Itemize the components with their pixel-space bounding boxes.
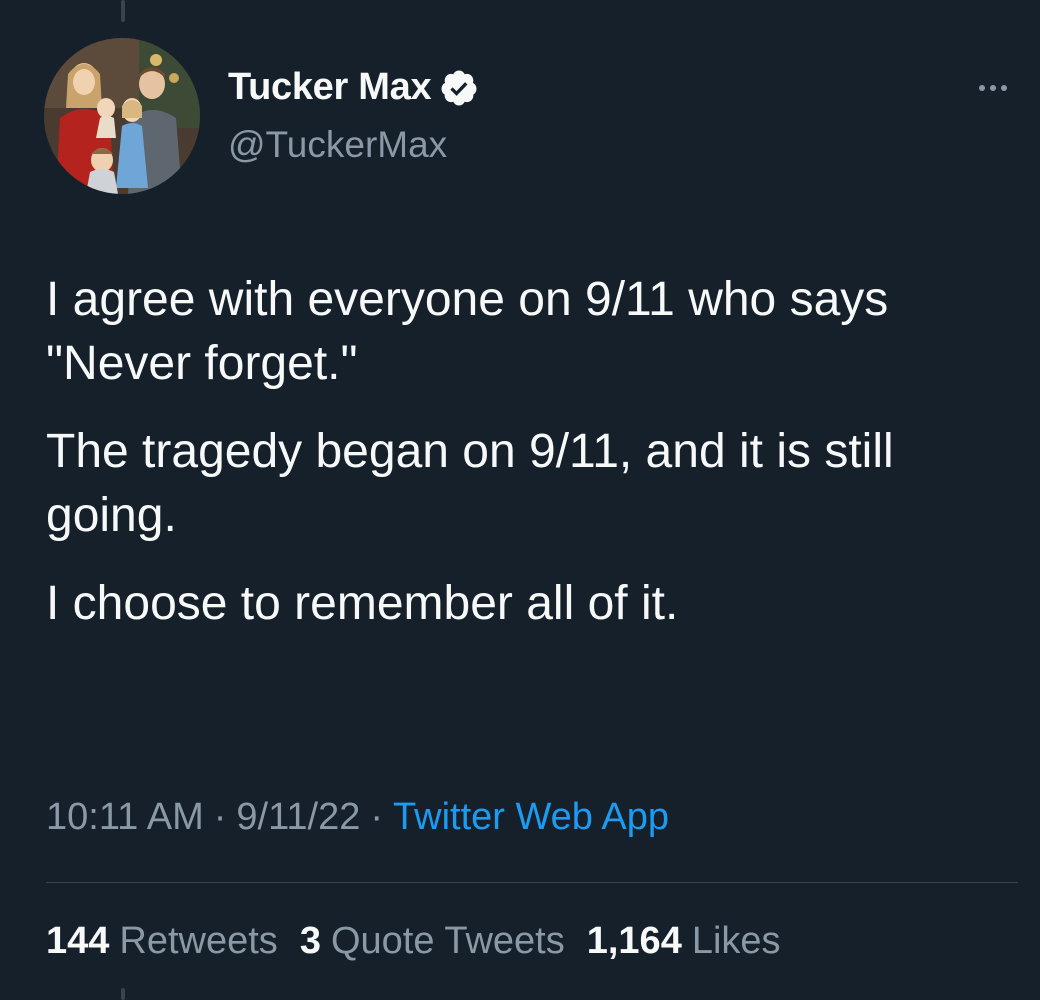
- likes-count: 1,164: [586, 920, 682, 962]
- more-dot-icon: [990, 85, 996, 91]
- tweet-text: I agree with everyone on 9/11 who says "…: [46, 268, 1006, 660]
- more-dot-icon: [1001, 85, 1007, 91]
- quote-tweets-label: Quote Tweets: [330, 920, 565, 962]
- avatar[interactable]: [44, 38, 200, 194]
- retweets-stat[interactable]: 144 Retweets: [46, 920, 278, 963]
- likes-label: Likes: [691, 920, 781, 962]
- meta-separator: ·: [370, 796, 384, 838]
- author-display-name[interactable]: Tucker Max: [228, 66, 432, 109]
- tweet-paragraph: I agree with everyone on 9/11 who says "…: [46, 273, 889, 390]
- likes-stat[interactable]: 1,164 Likes: [587, 920, 781, 963]
- thread-connector-line: [121, 0, 125, 22]
- tweet-stats: 144 Retweets 3 Quote Tweets 1,164 Likes: [46, 920, 781, 963]
- more-dot-icon: [979, 85, 985, 91]
- retweets-label: Retweets: [119, 920, 278, 962]
- retweets-count: 144: [46, 920, 110, 962]
- thread-connector-line: [121, 988, 125, 1000]
- more-options-button[interactable]: [968, 76, 1018, 100]
- tweet-paragraph: The tragedy began on 9/11, and it is sti…: [46, 425, 894, 542]
- tweet-date[interactable]: 9/11/22: [236, 796, 360, 838]
- quote-tweets-count: 3: [299, 920, 321, 962]
- verified-badge-icon: [439, 68, 479, 108]
- author-handle[interactable]: @TuckerMax: [228, 124, 447, 166]
- family-photo-avatar-icon: [44, 38, 200, 194]
- tweet-time[interactable]: 10:11 AM: [46, 796, 204, 838]
- tweet-metadata: 10:11 AM · 9/11/22 · Twitter Web App: [46, 796, 669, 839]
- divider: [46, 882, 1018, 883]
- author-name-row: Tucker Max: [228, 66, 479, 109]
- meta-separator: ·: [213, 796, 227, 838]
- tweet-source-link[interactable]: Twitter Web App: [393, 796, 669, 838]
- quote-tweets-stat[interactable]: 3 Quote Tweets: [300, 920, 565, 963]
- tweet-paragraph: I choose to remember all of it.: [46, 577, 679, 630]
